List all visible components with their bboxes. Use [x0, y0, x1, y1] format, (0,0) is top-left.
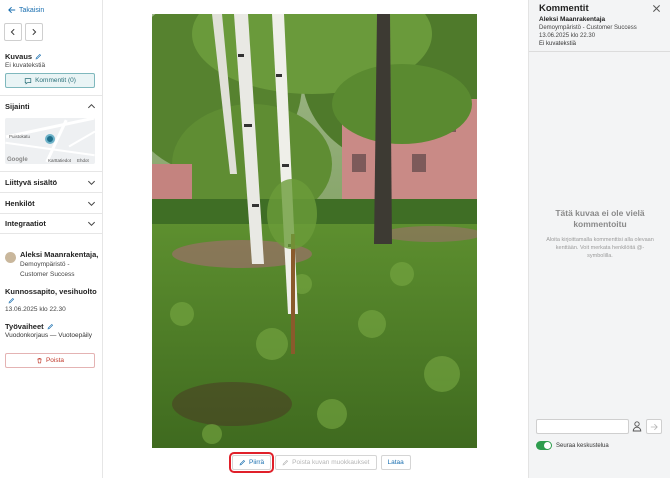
photo-image [152, 14, 477, 448]
comment-icon [24, 77, 32, 85]
download-label: Lataa [387, 459, 404, 466]
empty-comments-title: Tätä kuvaa ei ole vielä kommentoitu [555, 208, 645, 229]
image-navigation [4, 23, 43, 41]
delete-button[interactable]: Poista [5, 353, 95, 368]
work-phases-value: Vuodonkorjaus — Vuotoepäily [5, 332, 92, 339]
location-pin-icon [45, 134, 55, 144]
send-comment-button[interactable] [646, 419, 662, 434]
section-persons-label: Henkilöt [5, 198, 35, 208]
arrow-left-icon [8, 6, 16, 14]
section-integrations-label: Integraatiot [5, 219, 46, 228]
map-terms[interactable]: Karttatiedot [48, 158, 71, 163]
google-attribution: Google [7, 157, 28, 163]
arrow-right-icon [650, 423, 658, 430]
location-map[interactable]: Puistokatu Google Karttatiedot Ehdot [5, 118, 95, 164]
chevron-left-icon [10, 28, 15, 36]
empty-comments-subtitle: Aloita kirjoittamalla kommenttisi alla o… [546, 237, 654, 259]
description-title: Kuvaus [5, 52, 33, 61]
chevron-down-icon [87, 201, 96, 206]
eraser-icon [282, 459, 289, 466]
chevron-up-icon [87, 103, 96, 108]
edit-work-phases-icon[interactable] [47, 323, 54, 330]
section-attached-content[interactable]: Liittyvä sisältö [0, 171, 102, 192]
comment-input[interactable] [536, 419, 629, 434]
close-icon[interactable] [652, 4, 661, 13]
comments-panel: Kommentit Aleksi Maanrakentaja Demoympär… [528, 0, 670, 478]
chevron-down-icon [87, 180, 96, 185]
author-name: Aleksi Maanrakentaja, [20, 250, 99, 259]
author-org-line2: Customer Success [20, 271, 75, 278]
divider [529, 51, 670, 52]
chevron-down-icon [87, 221, 96, 227]
panel-author-name: Aleksi Maanrakentaja [539, 16, 606, 23]
map-road-label: Puistokatu [9, 134, 31, 139]
work-phases-title: Työvaiheet [5, 322, 44, 331]
work-phases-heading: Työvaiheet [5, 322, 54, 331]
pencil-icon [239, 459, 246, 466]
author-info: Aleksi Maanrakentaja, Demoympäristö - Cu… [5, 250, 100, 280]
section-persons[interactable]: Henkilöt [0, 192, 102, 213]
draw-button[interactable]: Piirrä [228, 452, 275, 473]
follow-discussion: Seuraa keskustelua [536, 441, 609, 450]
delete-label: Poista [45, 357, 65, 364]
previous-image-button[interactable] [4, 23, 22, 41]
section-location-label: Sijainti [5, 101, 30, 111]
left-sidebar: Takaisin Kuvaus Ei kuvatekstiä Kommentit… [0, 0, 103, 478]
edit-description-icon[interactable] [35, 53, 42, 60]
trash-icon [37, 357, 42, 364]
project-date: 13.06.2025 klo 22.30 [5, 306, 66, 313]
description-value: Ei kuvatekstiä [5, 62, 46, 69]
description-heading: Kuvaus [5, 52, 42, 61]
edit-project-icon[interactable] [8, 297, 15, 304]
comments-button[interactable]: Kommentit (0) [5, 73, 95, 88]
back-link[interactable]: Takaisin [8, 6, 44, 14]
remove-edits-button[interactable]: Poista kuvan muokkaukset [275, 455, 377, 470]
map-legal[interactable]: Ehdot [77, 158, 89, 163]
mention-person-icon[interactable] [632, 420, 642, 432]
section-location[interactable]: Sijainti [0, 95, 102, 116]
download-button[interactable]: Lataa [380, 455, 411, 470]
remove-edits-label: Poista kuvan muokkaukset [292, 459, 370, 466]
draw-label: Piirrä [249, 459, 265, 466]
panel-description: Ei kuvatekstiä [539, 41, 577, 47]
image-toolbar: Piirrä Poista kuvan muokkaukset Lataa [228, 452, 411, 473]
back-label: Takaisin [19, 6, 45, 14]
comments-panel-title: Kommentit [539, 3, 589, 14]
project-title: Kunnossapito, vesihuolto [5, 287, 97, 296]
follow-toggle[interactable] [536, 441, 552, 450]
next-image-button[interactable] [25, 23, 43, 41]
panel-date: 13.06.2025 klo 22.30 [539, 33, 596, 39]
follow-label: Seuraa keskustelua [556, 442, 609, 449]
main-photo[interactable] [152, 14, 477, 448]
comments-button-label: Kommentit (0) [35, 77, 76, 84]
section-attached-label: Liittyvä sisältö [5, 177, 58, 187]
panel-author-org: Demoympäristö - Customer Success [539, 25, 637, 31]
avatar [5, 252, 16, 263]
author-org-line1: Demoympäristö - [20, 261, 70, 268]
chevron-right-icon [32, 28, 37, 36]
section-integrations[interactable]: Integraatiot [0, 213, 102, 234]
